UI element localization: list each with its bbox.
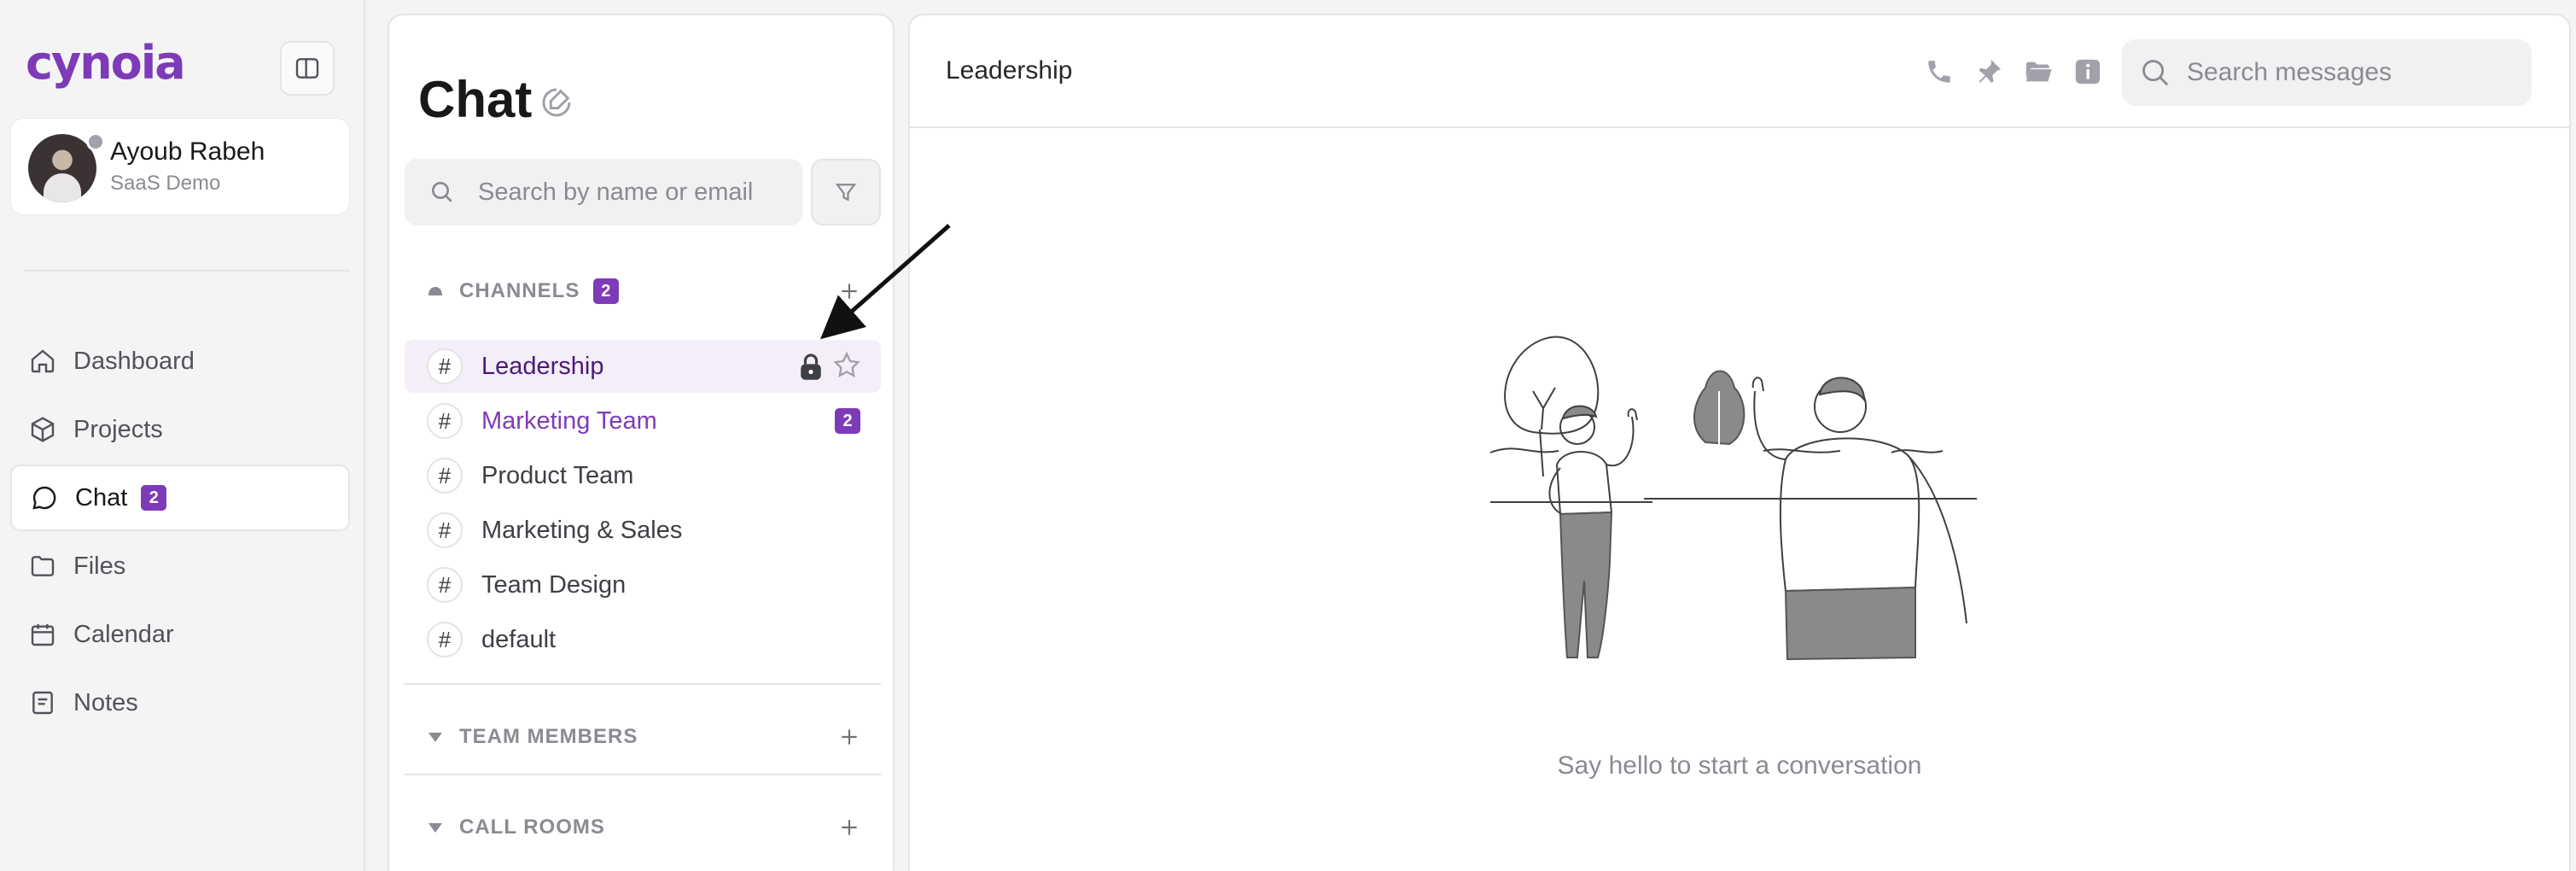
search-input[interactable] [478,178,785,207]
channel-item-team-design[interactable]: # Team Design [405,558,881,611]
channel-name: Marketing Team [481,406,657,435]
channel-name: Team Design [481,570,627,599]
user-name: Ayoub Rabeh [110,137,265,166]
dashboard-icon [27,346,58,377]
folder-icon [27,551,58,582]
filter-icon [835,184,857,202]
channel-item-product-team[interactable]: # Product Team [405,449,881,502]
add-channel-icon[interactable] [833,275,865,307]
star-icon[interactable] [831,350,862,388]
channel-item-leadership[interactable]: # Leadership [405,340,881,393]
channels-label: CHANNELS [459,279,580,302]
hash-icon: # [427,458,463,494]
main-nav: Dashboard Projects Chat 2 Files Calendar… [10,328,350,738]
presence-indicator [86,132,105,151]
filter-button[interactable] [811,159,881,225]
phone-icon[interactable] [1924,55,1955,89]
lock-icon [797,352,825,388]
chat-list-panel: Chat CHANNELS 2 # Leadership [388,14,895,871]
calendar-icon [27,619,58,650]
call-rooms-label: CALL ROOMS [459,815,605,839]
high-five-illustration [1489,336,1977,661]
nav-item-dashboard[interactable]: Dashboard [10,328,350,395]
channel-name: default [481,625,557,653]
search-icon [432,182,452,202]
nav-label: Notes [73,688,138,716]
hash-icon: # [427,567,463,603]
message-search [2122,39,2532,106]
nav-label: Projects [73,415,163,443]
app-sidebar: cynoia Ayoub Rabeh SaaS Demo Dashboard P… [0,0,365,871]
nav-label: Calendar [73,620,174,648]
pin-icon[interactable] [1973,55,2004,89]
chat-icon [29,482,60,513]
add-member-icon[interactable] [833,721,865,753]
nav-item-calendar[interactable]: Calendar [10,601,350,668]
channel-list: # Leadership # Marketing Team 2 # Produc… [405,340,881,668]
conversation-header: Leadership [910,15,2569,128]
empty-state-message: Say hello to start a conversation [1557,751,1922,780]
chat-unread-badge: 2 [141,485,167,511]
nav-item-chat[interactable]: Chat 2 [10,465,350,531]
hash-icon: # [427,622,463,658]
collapse-icon [427,284,446,298]
nav-label: Chat [75,483,128,511]
hash-icon: # [427,403,463,439]
collapse-icon [427,730,446,744]
nav-label: Files [73,552,126,580]
user-org: SaaS Demo [110,172,221,195]
channel-name: Product Team [481,461,634,489]
channels-section-header[interactable]: CHANNELS 2 [405,270,881,313]
divider [405,774,881,775]
nav-item-files[interactable]: Files [10,533,350,599]
message-search-input[interactable] [2187,58,2528,87]
box-icon [27,414,58,445]
team-members-label: TEAM MEMBERS [459,725,638,748]
hash-icon: # [427,512,463,548]
nav-item-projects[interactable]: Projects [10,396,350,463]
team-members-section-header[interactable]: TEAM MEMBERS [405,716,881,758]
hash-icon: # [427,348,463,384]
call-rooms-section-header[interactable]: CALL ROOMS [405,806,881,849]
info-icon[interactable] [2072,55,2103,89]
app-logo[interactable]: cynoia [26,36,186,90]
conversation-panel: Leadership Search messages Say hello to … [908,14,2571,871]
channels-badge: 2 [593,278,620,304]
notes-icon [27,687,58,718]
contact-search [405,159,802,225]
add-call-room-icon[interactable] [833,811,865,844]
channel-item-default[interactable]: # default [405,613,881,666]
collapse-icon [427,821,446,834]
folder-open-icon[interactable] [2023,55,2054,89]
compose-icon[interactable] [539,85,574,120]
collapse-sidebar-button[interactable] [280,41,335,96]
nav-label: Dashboard [73,347,195,375]
channel-name: Leadership [481,352,604,380]
user-card[interactable]: Ayoub Rabeh SaaS Demo [10,118,350,215]
conversation-title: Leadership [946,56,1073,85]
sidebar-toggle-icon [295,58,319,79]
unread-badge: 2 [835,408,860,434]
nav-item-notes[interactable]: Notes [10,669,350,736]
header-actions [1924,55,2103,89]
divider [405,683,881,685]
channel-item-marketing-sales[interactable]: # Marketing & Sales [405,504,881,557]
channel-item-marketing-team[interactable]: # Marketing Team 2 [405,395,881,447]
channel-name: Marketing & Sales [481,516,683,544]
divider [24,270,350,272]
search-icon [2142,60,2169,86]
page-title: Chat [418,71,533,128]
